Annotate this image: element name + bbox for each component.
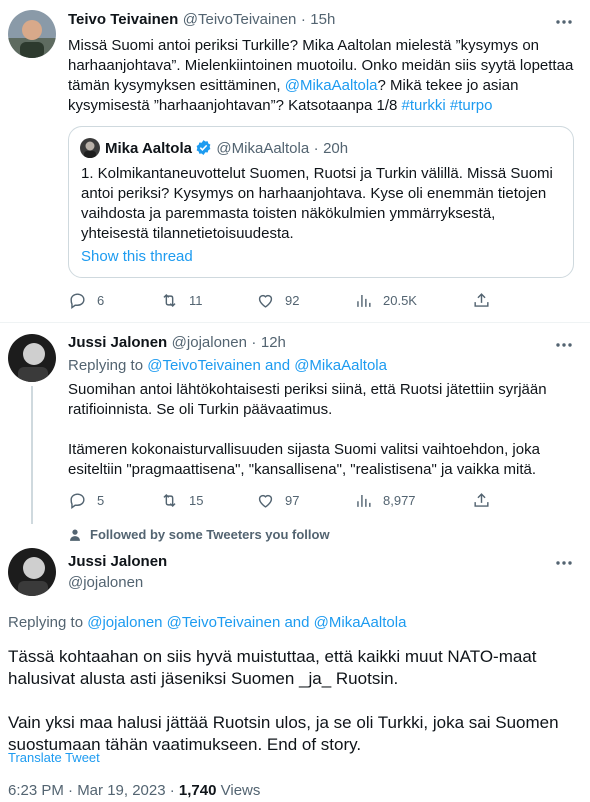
hashtag-link[interactable]: #turkki xyxy=(402,97,446,114)
share-icon xyxy=(474,293,489,307)
like-count: 97 xyxy=(285,493,300,508)
more-icon[interactable] xyxy=(554,12,574,32)
tweet-text: Missä Suomi antoi periksi Turkille? Mika… xyxy=(68,36,574,116)
views-button[interactable]: 8,977 xyxy=(354,491,416,510)
followed-note: Followed by some Tweeters you follow xyxy=(68,527,330,542)
replying-to: Replying to @jojalonen @TeivoTeivainen a… xyxy=(8,614,406,631)
tweet-text: Suomihan antoi lähtökohtaisesti periksi … xyxy=(68,380,574,480)
more-icon[interactable] xyxy=(554,335,574,355)
replying-to-links[interactable]: @jojalonen @TeivoTeivainen and @MikaAalt… xyxy=(87,614,406,631)
views-icon xyxy=(357,294,371,307)
reply-button[interactable]: 5 xyxy=(68,491,104,510)
reply-icon xyxy=(70,293,85,310)
retweet-button[interactable]: 15 xyxy=(160,491,203,510)
tweet-paragraph: Itämeren kokonaisturvallisuuden sijasta … xyxy=(68,441,540,478)
avatar-jussi[interactable] xyxy=(8,334,56,382)
like-icon xyxy=(258,294,273,308)
reply-icon xyxy=(70,493,85,510)
show-thread-link[interactable]: Show this thread xyxy=(81,248,193,265)
tweet-time[interactable]: 12h xyxy=(261,334,286,351)
like-button[interactable]: 92 xyxy=(256,291,299,310)
quoted-author-handle: @MikaAaltola xyxy=(216,140,310,157)
views-count: 20.5K xyxy=(383,293,417,308)
retweet-button[interactable]: 11 xyxy=(160,291,203,310)
translate-link[interactable]: Translate Tweet xyxy=(8,750,100,765)
like-count: 92 xyxy=(285,293,300,308)
retweet-count: 15 xyxy=(189,493,204,508)
author-name[interactable]: Jussi Jalonen xyxy=(68,553,167,570)
author-name[interactable]: Jussi Jalonen xyxy=(68,334,167,351)
avatar-mika xyxy=(80,138,100,158)
quoted-time: 20h xyxy=(323,140,349,157)
hashtag-link[interactable]: #turpo xyxy=(450,97,493,114)
reply-button[interactable]: 6 xyxy=(68,291,104,310)
avatar-jussi[interactable] xyxy=(8,548,56,596)
mention-link[interactable]: @MikaAaltola xyxy=(285,77,378,94)
dot-separator: · xyxy=(313,140,319,157)
more-icon[interactable] xyxy=(554,553,574,573)
views-total: 1,740 xyxy=(178,782,217,799)
reply-count: 6 xyxy=(97,293,105,308)
replying-to: Replying to @TeivoTeivainen and @MikaAal… xyxy=(68,357,387,374)
tweet-timestamp[interactable]: 6:23 PM · Mar 19, 2023 · xyxy=(8,782,179,799)
tweet-paragraph: Tässä kohtaahan on siis hyvä muistuttaa,… xyxy=(8,647,537,688)
person-icon xyxy=(70,528,80,541)
divider xyxy=(0,322,590,323)
retweet-count: 11 xyxy=(189,293,203,308)
replying-to-label: Replying to xyxy=(68,357,148,374)
retweet-icon xyxy=(163,493,176,508)
followed-note-text: Followed by some Tweeters you follow xyxy=(90,527,330,542)
thread-line xyxy=(31,386,33,524)
views-icon xyxy=(357,494,371,507)
reply-count: 5 xyxy=(97,493,105,508)
like-icon xyxy=(258,494,273,508)
like-button[interactable]: 97 xyxy=(256,491,299,510)
quoted-tweet[interactable]: Mika Aaltola @MikaAaltola · 20h 1. Kolmi… xyxy=(68,126,574,278)
tweet-time[interactable]: 15h xyxy=(310,11,335,28)
tweet-meta: 6:23 PM · Mar 19, 2023 · 1,740 Views xyxy=(8,782,260,799)
author-handle[interactable]: @jojalonen xyxy=(68,574,143,591)
replying-to-links[interactable]: @TeivoTeivainen and @MikaAaltola xyxy=(147,357,387,374)
dot-separator: · xyxy=(251,334,257,351)
views-label: Views xyxy=(216,782,261,799)
share-icon xyxy=(474,493,489,507)
tweet-paragraph: Suomihan antoi lähtökohtaisesti periksi … xyxy=(68,381,547,418)
dot-separator: · xyxy=(300,11,306,28)
quoted-author-name: Mika Aaltola xyxy=(105,140,192,157)
replying-to-label: Replying to xyxy=(8,614,88,631)
quoted-text: 1. Kolmikantaneuvottelut Suomen, Ruotsi … xyxy=(81,165,553,242)
verified-icon xyxy=(195,139,212,156)
main-tweet-text: Tässä kohtaahan on siis hyvä muistuttaa,… xyxy=(8,646,578,756)
share-button[interactable] xyxy=(472,491,491,510)
author-handle[interactable]: @TeivoTeivainen xyxy=(183,11,297,28)
avatar-teivo[interactable] xyxy=(8,10,56,58)
author-name[interactable]: Teivo Teivainen xyxy=(68,11,178,28)
share-button[interactable] xyxy=(472,291,491,310)
views-button[interactable]: 20.5K xyxy=(354,291,417,310)
views-count: 8,977 xyxy=(383,493,416,508)
retweet-icon xyxy=(163,293,176,308)
author-handle[interactable]: @jojalonen xyxy=(172,334,247,351)
